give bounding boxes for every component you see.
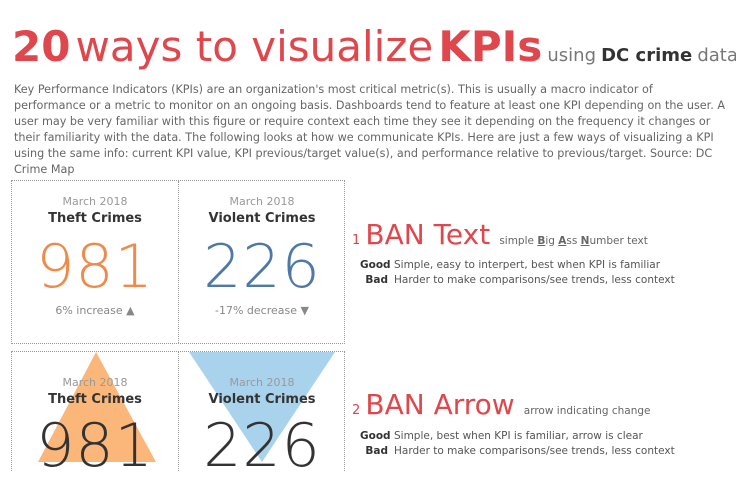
theft-arrow-metric: Theft Crimes [48, 392, 142, 407]
theft-metric: Theft Crimes [48, 211, 142, 226]
section-1-subtitle: simple Big Ass Number text [499, 235, 648, 247]
section-2-index: 2 [352, 403, 361, 418]
title-ways: ways to visualize [75, 22, 434, 71]
theft-arrow-date: March 2018 [62, 376, 128, 389]
violent-arrow-value: 226 [203, 411, 321, 481]
theft-card: March 2018 Theft Crimes 981 6% increase … [12, 181, 178, 317]
section-1-name: BAN Text [365, 218, 491, 251]
section-1-bad: Bad Harder to make comparisons/see trends… [360, 274, 674, 286]
good-label: Good [360, 259, 391, 271]
section-1-title: 1 BAN Text simple Big Ass Number text [352, 218, 648, 251]
bad-label: Bad [365, 445, 388, 457]
violent-arrow-date: March 2018 [229, 376, 295, 389]
violent-change: -17% decrease ▼ [215, 304, 309, 317]
ban-arrow-panel: March 2018 Theft Crimes 981 March 2018 V… [11, 351, 345, 481]
section-1-index: 1 [352, 233, 361, 248]
good-label: Good [360, 430, 391, 442]
section-2-bad: Bad Harder to make comparisons/see trends… [360, 445, 674, 457]
section-2-title: 2 BAN Arrow arrow indicating change [352, 388, 650, 421]
violent-metric: Violent Crimes [208, 211, 316, 226]
theft-value: 981 [36, 232, 154, 302]
section-2-name: BAN Arrow [365, 388, 515, 421]
title-dc-crime: DC crime [601, 45, 693, 66]
theft-change: 6% increase ▲ [55, 304, 135, 317]
title-kpis: KPIs [438, 22, 543, 71]
intro-paragraph: Key Performance Indicators (KPIs) are an… [14, 83, 726, 176]
title-number: 20 [12, 22, 71, 71]
section-1-good: Good Simple, easy to interpert, best when… [360, 259, 661, 271]
page-title: 20 ways to visualize KPIs using DC crime… [12, 22, 736, 80]
section-2-good: Good Simple, best when KPI is familiar, a… [360, 430, 643, 442]
violent-arrow-metric: Violent Crimes [208, 392, 316, 407]
bad-label: Bad [365, 274, 388, 286]
section-2-subtitle: arrow indicating change [523, 405, 651, 417]
violent-value: 226 [203, 232, 321, 302]
theft-arrow-card: March 2018 Theft Crimes 981 [12, 352, 178, 481]
title-using: using [547, 45, 597, 66]
theft-date: March 2018 [62, 195, 128, 208]
violent-arrow-card: March 2018 Violent Crimes 226 [179, 352, 345, 481]
violent-date: March 2018 [229, 195, 295, 208]
violent-card: March 2018 Violent Crimes 226 -17% decre… [179, 181, 345, 317]
title-data: data [697, 45, 736, 66]
ban-text-panel: March 2018 Theft Crimes 981 6% increase … [11, 180, 345, 344]
theft-arrow-value: 981 [36, 411, 154, 481]
